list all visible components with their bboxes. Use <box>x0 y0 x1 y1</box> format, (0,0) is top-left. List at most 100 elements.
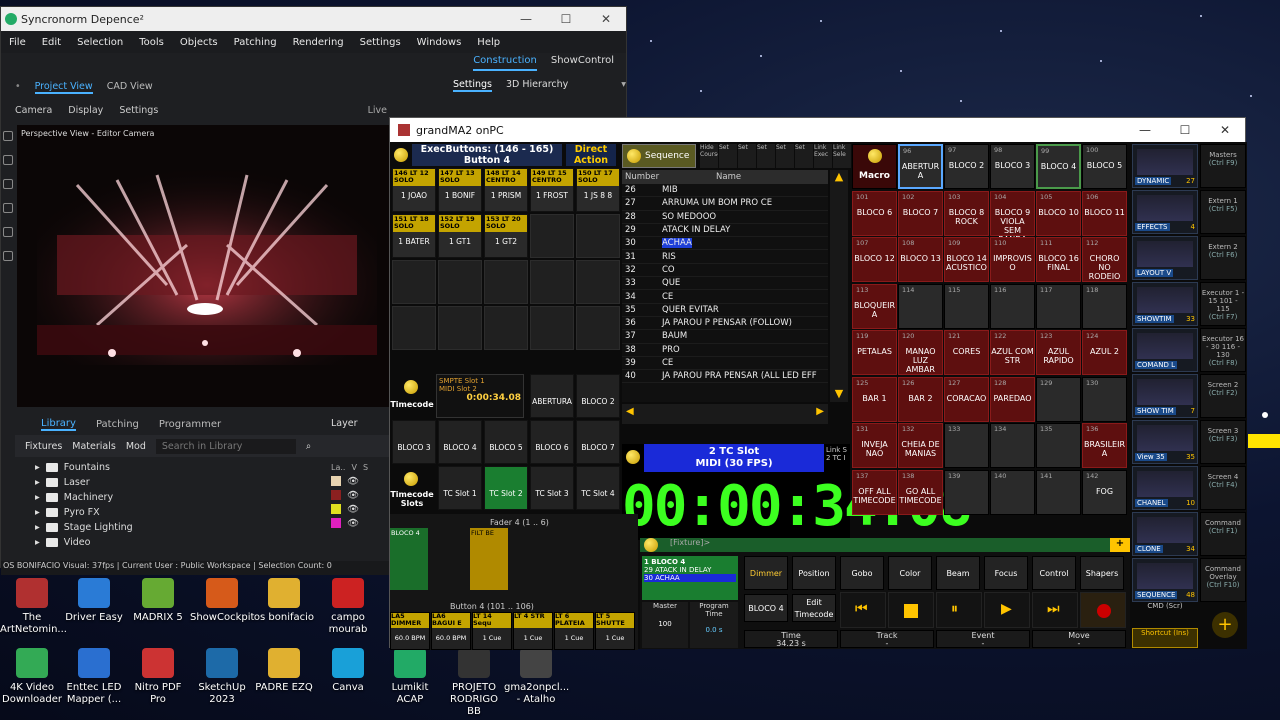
macro-button[interactable]: 139 <box>944 469 989 515</box>
seq-option-tab[interactable]: Set <box>795 144 813 168</box>
tool-icon[interactable] <box>3 227 13 237</box>
macro-button[interactable]: 136 BRASILEIR A <box>1082 423 1127 468</box>
desktop-icon[interactable]: The ArtNetomin... <box>0 578 67 636</box>
sequence-row[interactable]: 31 RIS <box>622 250 828 264</box>
menu-patching[interactable]: Patching <box>226 37 285 48</box>
seq-option-tab[interactable]: Set <box>738 144 756 168</box>
skip-next-button[interactable]: ⏭ <box>1032 592 1078 628</box>
macro-button[interactable]: 141 <box>1036 469 1081 515</box>
timecode-block-button[interactable]: BLOCO 3 <box>392 420 436 464</box>
macro-button[interactable]: 96 ABERTUR A <box>898 144 943 189</box>
menu-tools[interactable]: Tools <box>131 37 172 48</box>
timecode-block-button[interactable]: BLOCO 4 <box>438 420 482 464</box>
sequence-row[interactable]: 37 BAUM <box>622 330 828 344</box>
fader-button[interactable]: LT 5 SHUTTE 1 Cue <box>595 612 635 650</box>
exec-button[interactable] <box>576 214 620 258</box>
macro-button[interactable]: 117 <box>1036 283 1081 329</box>
models-filter[interactable]: Mod <box>126 441 146 452</box>
display-menu[interactable]: Display <box>68 105 103 116</box>
exec-button[interactable] <box>392 260 436 304</box>
view-button[interactable]: LAYOUT V <box>1132 236 1198 280</box>
desktop-icon[interactable]: MADRIX 5 <box>126 578 190 624</box>
close-icon[interactable]: ✕ <box>1205 123 1245 137</box>
fixture-add-icon[interactable]: + <box>1110 538 1130 552</box>
view-button[interactable]: COMAND L <box>1132 328 1198 372</box>
tab-settings[interactable]: Settings <box>453 79 492 92</box>
exec-button[interactable]: 153 LT 20 SOLO 1 GT2 <box>484 214 528 258</box>
desktop-icon[interactable]: Nitro PDF Pro <box>126 648 190 706</box>
sequence-row[interactable]: 30 ACHAA <box>622 237 828 251</box>
macro-button[interactable]: 113 BLOQUEIR A <box>852 283 897 329</box>
screen-button[interactable]: Executor 1 - 15 101 - 115 (Ctrl F7) <box>1200 282 1246 326</box>
camera-menu[interactable]: Camera <box>15 105 52 116</box>
scroll-up-icon[interactable]: ▲ <box>830 170 848 183</box>
macro-button[interactable]: 121 CORES <box>944 330 989 375</box>
tc-slot-button[interactable]: TC Slot 2 <box>484 466 528 510</box>
exec-button[interactable] <box>438 260 482 304</box>
exec-button[interactable] <box>438 306 482 350</box>
macro-button[interactable]: 128 PAREDAO <box>990 376 1035 422</box>
exec-button[interactable] <box>530 260 574 304</box>
tc-slot-button[interactable]: TC Slot 3 <box>530 466 574 510</box>
timecode-block-button[interactable]: ABERTURA <box>530 374 574 418</box>
macro-button[interactable]: 97 BLOCO 2 <box>944 144 989 189</box>
seq-option-tab[interactable]: Hide Course <box>700 144 718 168</box>
desktop-icon[interactable]: ShowCockpit <box>190 578 254 624</box>
sequence-row[interactable]: 40 JA PAROU PRA PENSAR (ALL LED EFF <box>622 370 828 384</box>
settings-menu[interactable]: Settings <box>119 105 158 116</box>
exec-button[interactable]: 147 LT 13 SOLO 1 BONIF <box>438 168 482 212</box>
feature-button[interactable]: Control <box>1032 556 1076 590</box>
desktop-icon[interactable]: gma2onpcl... - Atalho <box>504 648 569 706</box>
fader-2[interactable]: FILT BE <box>470 528 508 590</box>
feature-button[interactable]: Focus <box>984 556 1028 590</box>
timecode-block-button[interactable]: BLOCO 6 <box>530 420 574 464</box>
screen-button[interactable]: Extern 1 (Ctrl F5) <box>1200 190 1246 234</box>
tool-icon[interactable] <box>3 179 13 189</box>
screen-button[interactable]: Screen 2 (Ctrl F2) <box>1200 374 1246 418</box>
macro-button[interactable]: 127 CORACAO <box>944 376 989 422</box>
timecode-block-button[interactable]: BLOCO 7 <box>576 420 620 464</box>
desktop-icon[interactable]: PADRE EZQ <box>252 648 316 694</box>
macro-button[interactable]: 126 BAR 2 <box>898 376 943 422</box>
screen-button[interactable]: Screen 4 (Ctrl F4) <box>1200 466 1246 510</box>
exec-button[interactable] <box>484 260 528 304</box>
macro-button[interactable]: 138 GO ALL TIMECODE <box>898 469 943 515</box>
tool-icon[interactable] <box>3 203 13 213</box>
encoder[interactable]: Track - <box>840 630 934 648</box>
macro-button[interactable]: 134 <box>990 423 1035 468</box>
sequence-row[interactable]: 29 ATACK IN DELAY <box>622 224 828 238</box>
sequence-row[interactable]: 28 SO MEDOOO <box>622 211 828 224</box>
cmd-button[interactable]: CMD (Scr) <box>1132 602 1198 610</box>
tab-3d-hierarchy[interactable]: 3D Hierarchy <box>506 79 568 92</box>
sequence-row[interactable]: 33 QUE <box>622 277 828 291</box>
macro-button[interactable]: 119 PETALAS <box>852 330 897 375</box>
exec-button[interactable] <box>392 306 436 350</box>
3d-viewport[interactable]: Perspective View - Editor Camera <box>17 125 390 407</box>
feature-button[interactable]: Position <box>792 556 836 590</box>
macro-button[interactable]: 105 BLOCO 10 <box>1036 190 1081 236</box>
bloco44-button[interactable]: BLOCO 4 4 <box>744 594 788 641</box>
exec-button[interactable] <box>576 260 620 304</box>
desktop-icon[interactable]: Canva <box>316 648 380 694</box>
program-time-block[interactable]: Program Time 0.0 s <box>690 602 738 648</box>
library-search-input[interactable]: Search in Library <box>155 438 296 454</box>
view-button[interactable]: SEQUENCE 48 <box>1132 558 1198 602</box>
feature-button[interactable]: Gobo <box>840 556 884 590</box>
encoder[interactable]: Move - <box>1032 630 1126 648</box>
fader-button[interactable]: LA6 BAGUI E 60.0 BPM <box>431 612 471 650</box>
scroll-down-icon[interactable]: ▼ <box>830 387 848 400</box>
macro-button[interactable]: 104BLOCO 9 VIOLA SEM BANDA <box>990 190 1035 244</box>
macro-button[interactable]: 130 <box>1082 376 1127 422</box>
seq-option-tab[interactable]: Set <box>757 144 775 168</box>
record-button[interactable] <box>1080 592 1126 628</box>
tc-slot-button[interactable]: TC Slot 1 <box>438 466 482 510</box>
layer-color[interactable] <box>331 504 341 514</box>
desktop-icon[interactable]: campo mourab <box>316 578 380 636</box>
tab-library[interactable]: Library <box>41 418 76 431</box>
encoder[interactable]: Time 34.23 s <box>744 630 838 648</box>
encoder[interactable]: Event - <box>936 630 1030 648</box>
seq-option-tab[interactable]: Set <box>776 144 794 168</box>
tool-icon[interactable] <box>3 131 13 141</box>
menu-settings[interactable]: Settings <box>352 37 409 48</box>
layer-color[interactable] <box>331 518 341 528</box>
